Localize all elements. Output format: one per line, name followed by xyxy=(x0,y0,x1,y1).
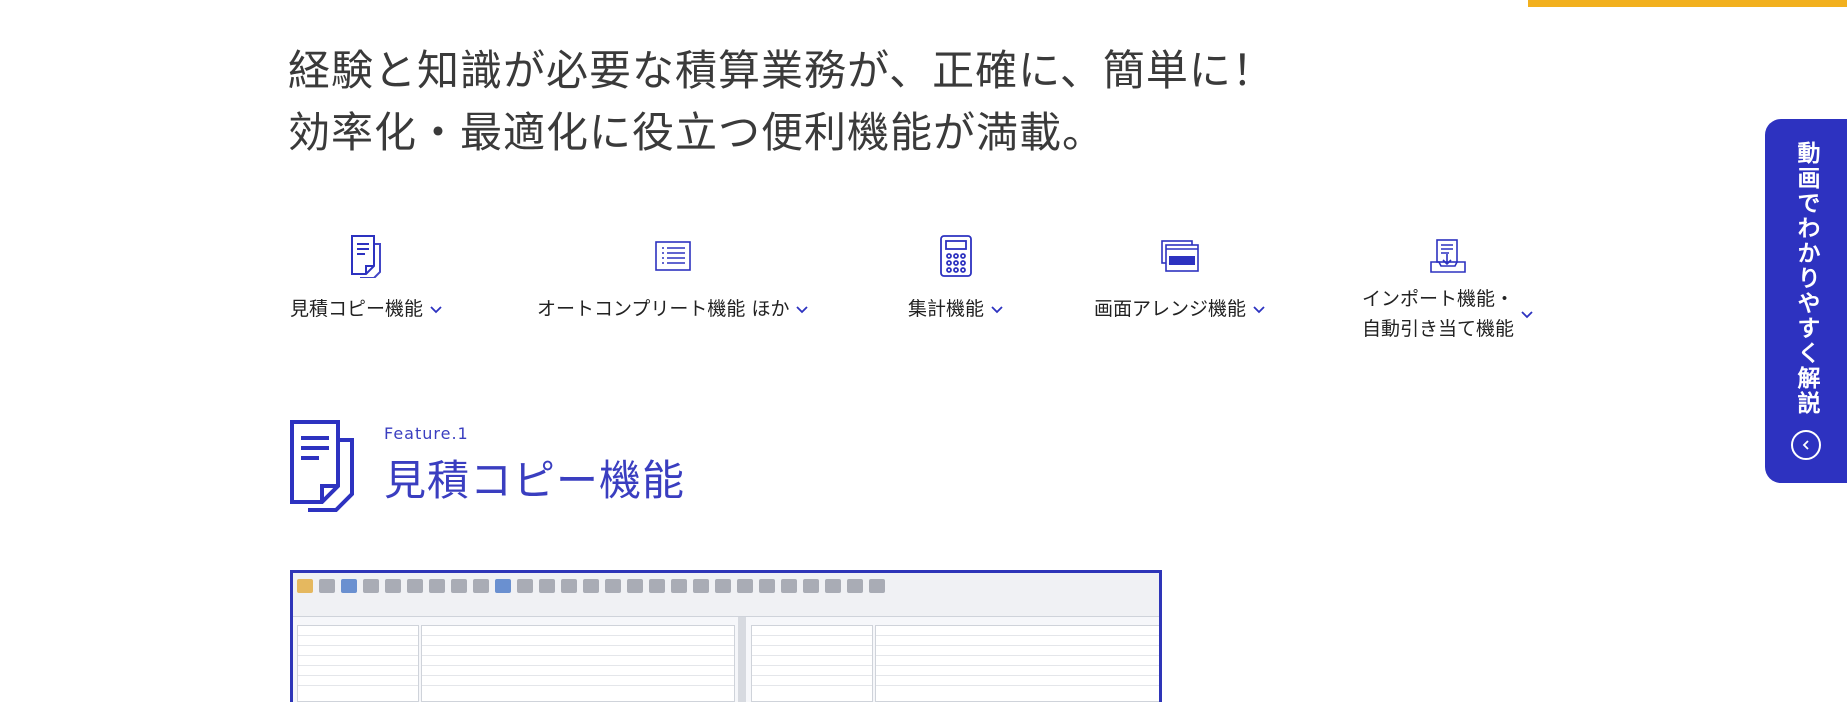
nav-item-screen-arrange[interactable]: ARRANGE 画面アレンジ機能 xyxy=(1094,232,1266,324)
nav-item-aggregate[interactable]: 集計機能 xyxy=(908,232,1004,324)
screenshot-grid-left xyxy=(421,625,735,702)
nav-label-import: インポート機能・ 自動引き当て機能 xyxy=(1362,288,1515,340)
chevron-down-icon xyxy=(1253,306,1265,314)
chevron-down-icon xyxy=(430,306,442,314)
nav-item-import[interactable]: インポート機能・ 自動引き当て機能 xyxy=(1362,232,1534,344)
screenshot-grid-right xyxy=(875,625,1159,702)
svg-text:ARRANGE: ARRANGE xyxy=(1170,259,1194,265)
lead-heading: 経験と知識が必要な積算業務が、正確に、簡単に！ 効率化・最適化に役立つ便利機能が… xyxy=(288,40,1275,164)
arrange-window-icon: ARRANGE xyxy=(1158,232,1202,280)
nav-label-estimate-copy: 見積コピー機能 xyxy=(290,298,424,320)
video-tab-label: 動画でわかりやすく解説 xyxy=(1793,141,1819,416)
list-icon xyxy=(651,232,695,280)
feature-header: Feature.1 見積コピー機能 xyxy=(288,418,685,514)
import-tray-icon xyxy=(1426,232,1470,280)
nav-item-estimate-copy[interactable]: 見積コピー機能 xyxy=(290,232,443,324)
screenshot-tree-right xyxy=(751,625,873,702)
feature-kicker: Feature.1 xyxy=(384,424,469,443)
document-copy-icon xyxy=(345,232,389,280)
screenshot-tree-left xyxy=(297,625,419,702)
nav-label-screen-arrange: 画面アレンジ機能 xyxy=(1094,298,1247,320)
feature-nav: 見積コピー機能 オートコンプリート機能 ほか 集計機能 ARRANGE 画面アレ… xyxy=(0,232,1560,352)
screenshot-ribbon xyxy=(293,573,1159,617)
feature-screenshot xyxy=(290,570,1162,702)
nav-item-autocomplete[interactable]: オートコンプリート機能 ほか xyxy=(537,232,809,324)
nav-label-aggregate: 集計機能 xyxy=(908,298,985,320)
calculator-icon xyxy=(934,232,978,280)
chevron-down-icon xyxy=(1521,311,1533,319)
lead-line-2: 効率化・最適化に役立つ便利機能が満載。 xyxy=(288,108,1106,157)
chevron-down-icon xyxy=(796,306,809,314)
chevron-left-circle-icon xyxy=(1791,430,1821,460)
top-accent-bar xyxy=(1528,0,1847,7)
feature-title: 見積コピー機能 xyxy=(384,456,686,505)
document-copy-icon xyxy=(288,418,364,514)
chevron-down-icon xyxy=(991,306,1003,314)
nav-label-autocomplete: オートコンプリート機能 ほか xyxy=(537,298,790,320)
video-explanation-tab[interactable]: 動画でわかりやすく解説 xyxy=(1765,119,1847,483)
lead-line-1: 経験と知識が必要な積算業務が、正確に、簡単に！ xyxy=(288,46,1275,95)
